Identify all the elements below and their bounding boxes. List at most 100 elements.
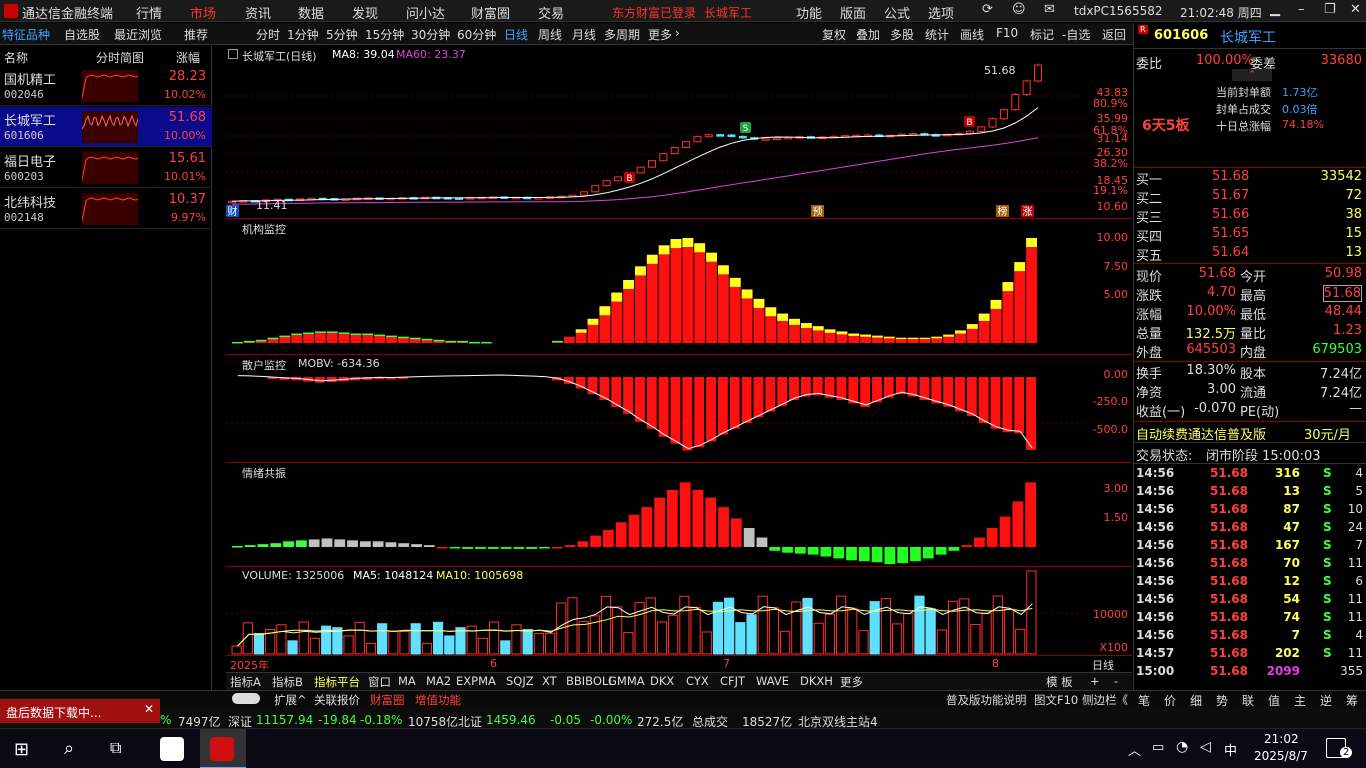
buy-marker[interactable]: B [624,172,635,184]
user-icon[interactable]: ☺ [1012,2,1026,17]
period-15min[interactable]: 15分钟 [365,26,404,43]
minimize-window-icon[interactable]: – [1298,2,1305,17]
limit-up-marker[interactable]: 涨 [1021,205,1034,218]
candle[interactable] [682,141,691,149]
pane-volume[interactable]: VOLUME: 1325006 MA5: 1048124 MA10: 10056… [226,567,1132,656]
side-tab[interactable]: 势 [1216,692,1228,709]
tab-addon[interactable]: 增值功能 [415,692,461,708]
candle[interactable] [1022,80,1031,95]
bid-price[interactable]: 51.68 [1212,169,1249,184]
status-right[interactable]: 普及版功能说明 [946,692,1027,708]
tab-watchlist[interactable]: 自选股 [64,26,100,43]
sentiment-bars[interactable] [226,463,1132,567]
tab-feature[interactable]: 特征品种 [2,26,50,43]
menu-ask[interactable]: 问小达 [406,3,445,22]
candle[interactable] [965,130,974,134]
template-tab[interactable]: - [1114,674,1118,688]
indicator-tab[interactable]: 窗口 [368,674,391,690]
template-tab[interactable]: + [1090,674,1100,688]
tray-time[interactable]: 21:02 [1264,732,1299,746]
tab-recent[interactable]: 最近浏览 [114,26,162,43]
bid-price[interactable]: 51.65 [1212,226,1249,241]
ime-indicator[interactable]: 中 [1224,740,1237,759]
side-tab[interactable]: 主 [1294,692,1306,709]
indicator-tab[interactable]: EXPMA [456,674,496,688]
tool-f10[interactable]: F10 [996,26,1018,40]
col-sparkline[interactable]: 分时简图 [96,49,144,66]
promo-row[interactable]: 自动续费通达信普及版 30元/月 [1134,421,1366,443]
tool-overlay[interactable]: 叠加 [856,26,880,43]
tab-fortune[interactable]: 财富圈 [370,692,405,708]
template-tab[interactable]: 模 板 [1046,674,1073,690]
candle[interactable] [591,185,600,193]
institution-bars[interactable] [226,219,1132,355]
menu-trade[interactable]: 交易 [538,3,564,22]
menu-formula[interactable]: 公式 [884,3,910,22]
indicator-tab[interactable]: CYX [686,674,709,688]
forecast-marker[interactable]: 预 [811,205,824,218]
indicator-tab[interactable]: XT [542,674,557,688]
menu-news[interactable]: 资讯 [245,3,271,22]
stock-row[interactable]: 国机精工 002046 28.23 10.02% [0,66,212,106]
promo-price[interactable]: 30元/月 [1304,424,1351,443]
indicator-tab[interactable]: MA [398,674,416,688]
toggle-icon[interactable] [232,693,260,704]
period-more[interactable]: 更多 [648,26,672,43]
candle[interactable] [613,176,622,182]
indicator-tab[interactable]: 指标A [230,674,261,690]
col-change[interactable]: 涨幅 [176,49,200,66]
pane-retail[interactable]: 散户监控 MOBV: -634.36 0.00 -250.0 -500.0 [226,355,1132,463]
period-30min[interactable]: 30分钟 [411,26,450,43]
tool-mark[interactable]: 标记 [1030,26,1054,43]
side-tab[interactable]: 逆 [1320,692,1332,709]
tab-expand[interactable]: 扩展^ [274,692,307,708]
menu-market[interactable]: 市场 [190,3,216,22]
indicator-tab[interactable]: 指标平台 [314,674,360,690]
sell-marker[interactable]: S [740,122,751,134]
f10-link[interactable]: 图文F10 [1034,692,1078,708]
candle[interactable] [670,147,679,155]
indicator-tab[interactable]: WAVE [756,674,789,688]
bid-price[interactable]: 51.67 [1212,188,1249,203]
close-icon[interactable]: ✕ [1350,2,1361,17]
candle[interactable] [1034,64,1042,82]
dragon-list-marker[interactable]: 榜 [996,205,1009,218]
promo-text[interactable]: 自动续费通达信普及版 [1136,424,1266,443]
period-60min[interactable]: 60分钟 [457,26,496,43]
sidebar-toggle[interactable]: 侧边栏《 [1082,692,1128,708]
side-tab[interactable]: 笔 [1138,692,1150,709]
volume-bars[interactable] [226,567,1132,656]
menu-discover[interactable]: 发现 [352,3,378,22]
main-pane[interactable]: 长城军工(日线) MA8: 39.04 MA60: 23.37 BSB财预榜涨 … [226,46,1132,219]
menu-quotes[interactable]: 行情 [136,3,162,22]
buy-marker-2[interactable]: B [964,116,975,128]
tray-chevron-icon[interactable]: ︿ [1128,740,1141,759]
period-1min[interactable]: 1分钟 [287,26,319,43]
side-tab[interactable]: 值 [1268,692,1280,709]
more-chevron-icon[interactable]: › [675,26,680,40]
side-tab[interactable]: 联 [1242,692,1254,709]
tool-adjust[interactable]: 复权 [822,26,846,43]
bid-price[interactable]: 51.66 [1212,207,1249,222]
tool-draw[interactable]: 画线 [960,26,984,43]
task-view-icon[interactable]: ⧉ [110,738,121,758]
mail-icon[interactable]: ✉ [1044,2,1055,17]
pane-institution[interactable]: 机构监控 10.00 7.50 5.00 [226,219,1132,355]
windows-start-icon[interactable]: ⊞ [14,739,29,760]
menu-function[interactable]: 功能 [796,3,822,22]
restore-icon[interactable]: ❐ [1324,2,1336,17]
candle[interactable] [716,134,725,137]
candle[interactable] [977,126,986,132]
candle[interactable] [636,166,645,174]
kline-chart[interactable]: 长城军工(日线) MA8: 39.04 MA60: 23.37 BSB财预榜涨 … [226,46,1132,672]
period-daily[interactable]: 日线 [504,26,528,43]
tray-date[interactable]: 2025/8/7 [1254,749,1308,763]
candle[interactable] [648,160,657,168]
tdx-app-icon[interactable] [200,729,246,768]
menu-data[interactable]: 数据 [298,3,324,22]
side-tab[interactable]: 筹 [1346,692,1358,709]
indicator-tab[interactable]: 指标B [272,674,303,690]
candle[interactable] [704,134,713,138]
indicator-tab[interactable]: MA2 [426,674,451,688]
battery-icon[interactable]: ▭ [1152,740,1164,755]
